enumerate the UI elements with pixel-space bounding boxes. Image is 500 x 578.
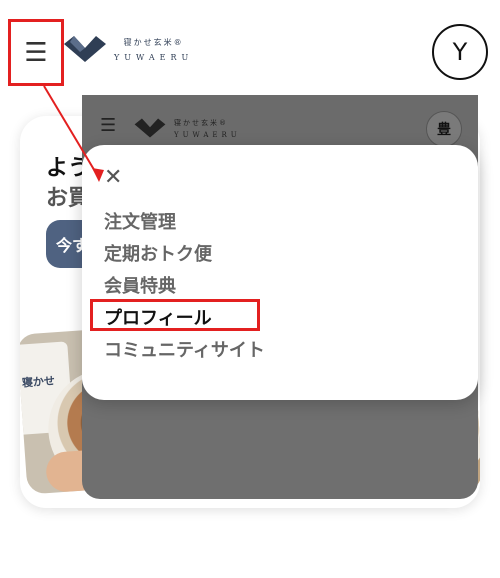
site-header: ☰ 寝かせ玄米® YUWAERU Y	[0, 0, 500, 100]
menu-item-subscription[interactable]: 定期おトク便	[104, 239, 265, 271]
drawer-menu: 注文管理 定期おトク便 会員特典 プロフィール コミュニティサイト	[104, 207, 265, 367]
logo-jp-text: 寝かせ玄米®	[123, 37, 184, 47]
logo-en-text: YUWAERU	[114, 52, 194, 62]
mini-logo-jp: 寝かせ玄米®	[174, 118, 228, 127]
avatar[interactable]: Y	[432, 24, 488, 80]
menu-item-community[interactable]: コミュニティサイト	[104, 335, 265, 367]
profile-highlight-box	[90, 299, 260, 331]
product-label: 寝かせ	[21, 374, 56, 390]
hamburger-icon: ☰	[24, 37, 48, 68]
nav-drawer: ✕ 注文管理 定期おトク便 会員特典 プロフィール コミュニティサイト	[82, 145, 478, 400]
hamburger-icon: ☰	[100, 115, 117, 136]
logo-mark-icon	[64, 36, 106, 62]
mini-logo-en: YUWAERU	[174, 130, 241, 139]
brand-logo[interactable]: 寝かせ玄米® YUWAERU	[64, 34, 193, 64]
close-icon[interactable]: ✕	[104, 167, 122, 189]
mini-brand-logo: 寝かせ玄米® YUWAERU	[132, 117, 241, 139]
mini-avatar: 豊	[426, 111, 462, 147]
logo-mark-icon	[134, 118, 166, 138]
menu-button[interactable]: ☰	[8, 19, 64, 86]
menu-item-orders[interactable]: 注文管理	[104, 207, 265, 239]
